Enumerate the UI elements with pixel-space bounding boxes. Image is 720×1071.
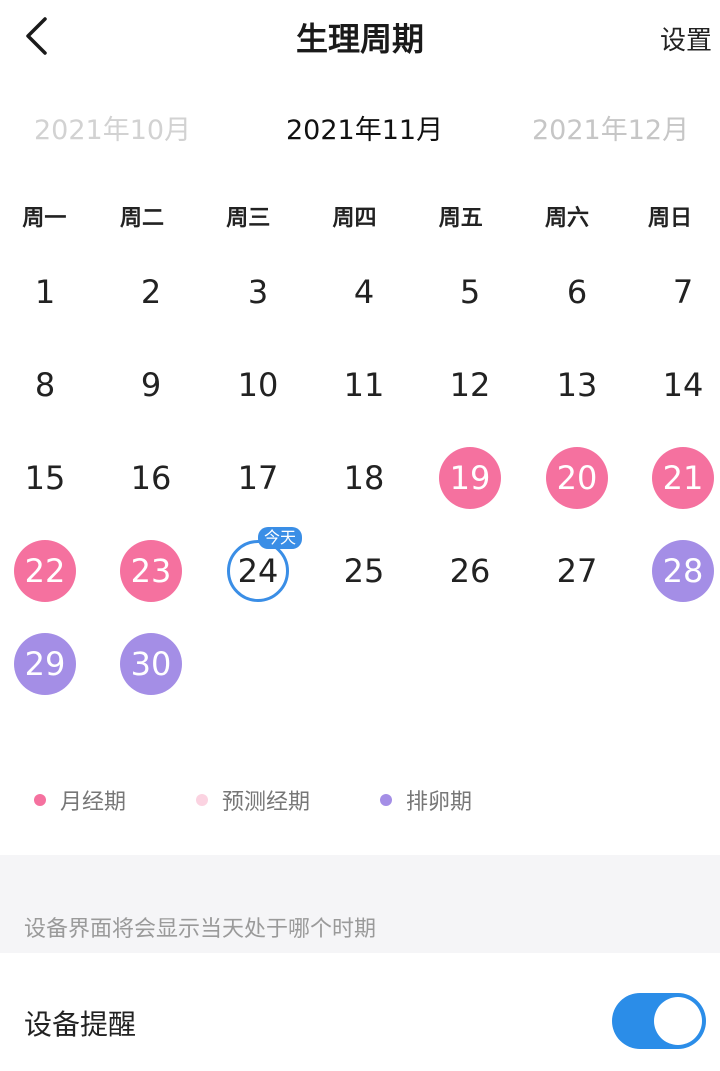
day-number: 19 (449, 459, 491, 497)
calendar-day[interactable]: 23 (120, 540, 182, 602)
calendar-day[interactable]: 11 (333, 354, 395, 416)
day-number: 13 (556, 366, 598, 404)
day-number: 14 (662, 366, 704, 404)
weekday-label: 周二 (119, 206, 164, 231)
day-number: 30 (130, 645, 172, 683)
day-number: 26 (449, 552, 491, 590)
day-number: 16 (130, 459, 172, 497)
calendar-day[interactable]: 22 (14, 540, 76, 602)
day-number: 25 (343, 552, 385, 590)
today-badge: 今天 (258, 527, 303, 549)
legend-predicted: 预测经期 (196, 784, 310, 816)
weekday-label: 周三 (226, 206, 271, 231)
toggle-knob (654, 997, 702, 1045)
calendar-day[interactable]: 17 (227, 447, 289, 509)
ovulation-dot-icon (380, 794, 392, 806)
day-number: 7 (672, 273, 694, 311)
legend-ovulation-label: 排卵期 (406, 790, 473, 815)
calendar-day[interactable]: 4 (333, 261, 395, 323)
day-number: 23 (130, 552, 172, 590)
calendar-day-today[interactable]: 24 今天 (227, 527, 303, 602)
calendar-day[interactable]: 18 (333, 447, 395, 509)
weekday-label: 周四 (332, 206, 377, 231)
calendar-day[interactable]: 10 (227, 354, 289, 416)
calendar-day[interactable]: 16 (120, 447, 182, 509)
calendar-day[interactable]: 26 (439, 540, 501, 602)
legend-ovulation: 排卵期 (380, 784, 472, 816)
calendar-day[interactable]: 15 (14, 447, 76, 509)
period-dot-icon (34, 794, 46, 806)
info-text: 设备界面将会显示当天处于哪个时期 (24, 917, 377, 942)
predicted-dot-icon (196, 794, 208, 806)
weekday-label: 周六 (544, 206, 589, 231)
day-number: 11 (343, 366, 385, 404)
calendar-day[interactable]: 6 (546, 261, 608, 323)
day-number: 29 (24, 645, 66, 683)
day-number: 22 (24, 552, 66, 590)
legend-period-label: 月经期 (60, 790, 127, 815)
day-number: 2 (140, 273, 162, 311)
day-number: 17 (237, 459, 279, 497)
day-number: 27 (556, 552, 598, 590)
legend: 月经期 预测经期 排卵期 (0, 784, 720, 818)
month-next[interactable]: 2021年12月 (532, 108, 689, 147)
month-prev[interactable]: 2021年10月 (34, 108, 191, 147)
day-number: 3 (247, 273, 269, 311)
calendar-day[interactable]: 3 (227, 261, 289, 323)
calendar-day[interactable]: 19 (439, 447, 501, 509)
top-bar: 生理周期 设置 (0, 0, 720, 80)
page-title: 生理周期 (295, 20, 424, 58)
month-selector: 2021年10月 2021年11月 2021年12月 (0, 108, 720, 152)
calendar-day[interactable]: 1 (14, 261, 76, 323)
day-number: 10 (237, 366, 279, 404)
calendar-day[interactable]: 8 (14, 354, 76, 416)
calendar-day[interactable]: 27 (546, 540, 608, 602)
day-number: 9 (140, 366, 162, 404)
reminder-toggle[interactable] (612, 993, 706, 1049)
day-number: 21 (662, 459, 704, 497)
day-number: 12 (449, 366, 491, 404)
month-current[interactable]: 2021年11月 (286, 108, 443, 147)
weekday-label: 周五 (438, 206, 483, 231)
weekday-label: 周一 (22, 206, 67, 231)
legend-period: 月经期 (34, 784, 126, 816)
info-section: 设备界面将会显示当天处于哪个时期 (0, 855, 720, 953)
weekday-header: 周一 周二 周三 周四 周五 周六 周日 (0, 200, 720, 236)
weekday-label: 周日 (648, 206, 693, 231)
day-number: 1 (34, 273, 56, 311)
day-number: 28 (662, 552, 704, 590)
calendar-day[interactable]: 5 (439, 261, 501, 323)
calendar-day[interactable]: 29 (14, 633, 76, 695)
legend-predicted-label: 预测经期 (222, 790, 311, 815)
day-number: 6 (566, 273, 588, 311)
settings-button[interactable]: 设置 (660, 20, 712, 57)
calendar-day[interactable]: 12 (439, 354, 501, 416)
day-number: 5 (459, 273, 481, 311)
day-number: 18 (343, 459, 385, 497)
reminder-row: 设备提醒 (0, 953, 720, 1071)
calendar-day[interactable]: 20 (546, 447, 608, 509)
calendar-day[interactable]: 7 (652, 261, 714, 323)
day-number: 8 (34, 366, 56, 404)
calendar-day[interactable]: 30 (120, 633, 182, 695)
calendar-day[interactable]: 2 (120, 261, 182, 323)
day-number: 24 (237, 552, 279, 590)
calendar-day[interactable]: 13 (546, 354, 608, 416)
day-number: 4 (353, 273, 375, 311)
calendar-day[interactable]: 14 (652, 354, 714, 416)
calendar-day[interactable]: 9 (120, 354, 182, 416)
calendar-day[interactable]: 21 (652, 447, 714, 509)
day-number: 15 (24, 459, 66, 497)
day-number: 20 (556, 459, 598, 497)
calendar-day[interactable]: 25 (333, 540, 395, 602)
reminder-label: 设备提醒 (24, 1008, 137, 1041)
calendar-day[interactable]: 28 (652, 540, 714, 602)
